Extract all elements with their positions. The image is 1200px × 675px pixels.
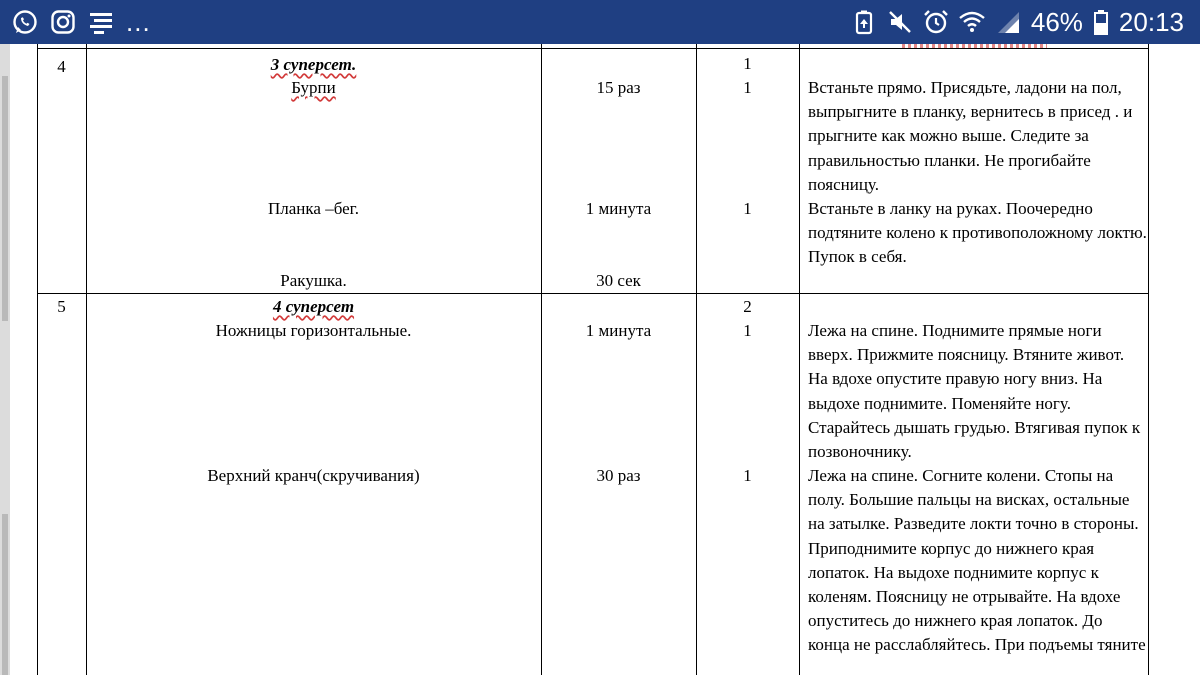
instagram-icon (50, 9, 76, 35)
superset-sets: 2 (743, 297, 752, 316)
exercise-reps: 1 минута (585, 199, 652, 218)
exercise-description: Встаньте в ланку на руках. Поочередно по… (808, 199, 1147, 267)
exercise-name: Ножницы горизонтальные. (215, 321, 412, 340)
battery-icon (1093, 9, 1109, 35)
wifi-icon (959, 9, 985, 35)
table-border (86, 44, 87, 675)
exercise-sets: 1 (743, 78, 752, 97)
exercise-sets: 1 (743, 199, 752, 218)
exercise-sets: 1 (743, 321, 752, 340)
battery-saver-icon (851, 9, 877, 35)
clock: 20:13 (1118, 7, 1184, 37)
mute-icon (887, 9, 913, 35)
signal-icon (995, 9, 1021, 35)
whatsapp-icon (12, 9, 38, 35)
margin-marker (2, 514, 8, 675)
more-notifications: ... (126, 7, 151, 37)
table-border (1148, 44, 1149, 675)
row-number: 5 (57, 297, 66, 316)
exercise-description: Встаньте прямо. Присядьте, ладони на пол… (808, 78, 1133, 194)
exercise-name: Ракушка. (280, 271, 347, 290)
battery-percent: 46% (1030, 7, 1083, 37)
table-border (696, 44, 697, 675)
superset-title: 4 суперсет (272, 297, 355, 316)
menu-lines-icon (88, 9, 114, 35)
table-row-border (37, 293, 1149, 294)
left-margin (0, 44, 10, 675)
exercise-name: Бурпи (291, 78, 336, 97)
exercise-description: Лежа на спине. Поднимите прямые ноги вве… (808, 321, 1141, 462)
exercise-description: Лежа на спине. Согните колени. Стопы на … (808, 466, 1146, 655)
table-border (541, 44, 542, 675)
superset-sets: 1 (743, 54, 752, 73)
exercise-reps: 15 раз (596, 78, 641, 97)
table-border (37, 44, 38, 675)
exercise-reps: 30 сек (596, 271, 641, 290)
margin-marker (2, 76, 8, 321)
status-bar-left: ... (12, 8, 151, 36)
exercise-sets: 1 (743, 466, 752, 485)
exercise-name: Верхний кранч(скручивания) (207, 466, 420, 485)
alarm-icon (923, 9, 949, 35)
status-bar-right: 46% 20:13 (851, 6, 1184, 38)
table-border (799, 44, 800, 675)
row-number: 4 (57, 57, 66, 76)
table-row-border (37, 48, 1149, 49)
exercise-reps: 30 раз (596, 466, 641, 485)
superset-title: 3 суперсет. (270, 55, 357, 74)
exercise-name: Планка –бег. (268, 199, 359, 218)
exercise-reps: 1 минута (585, 321, 652, 340)
status-bar: ... 46% 20:13 (0, 0, 1200, 44)
